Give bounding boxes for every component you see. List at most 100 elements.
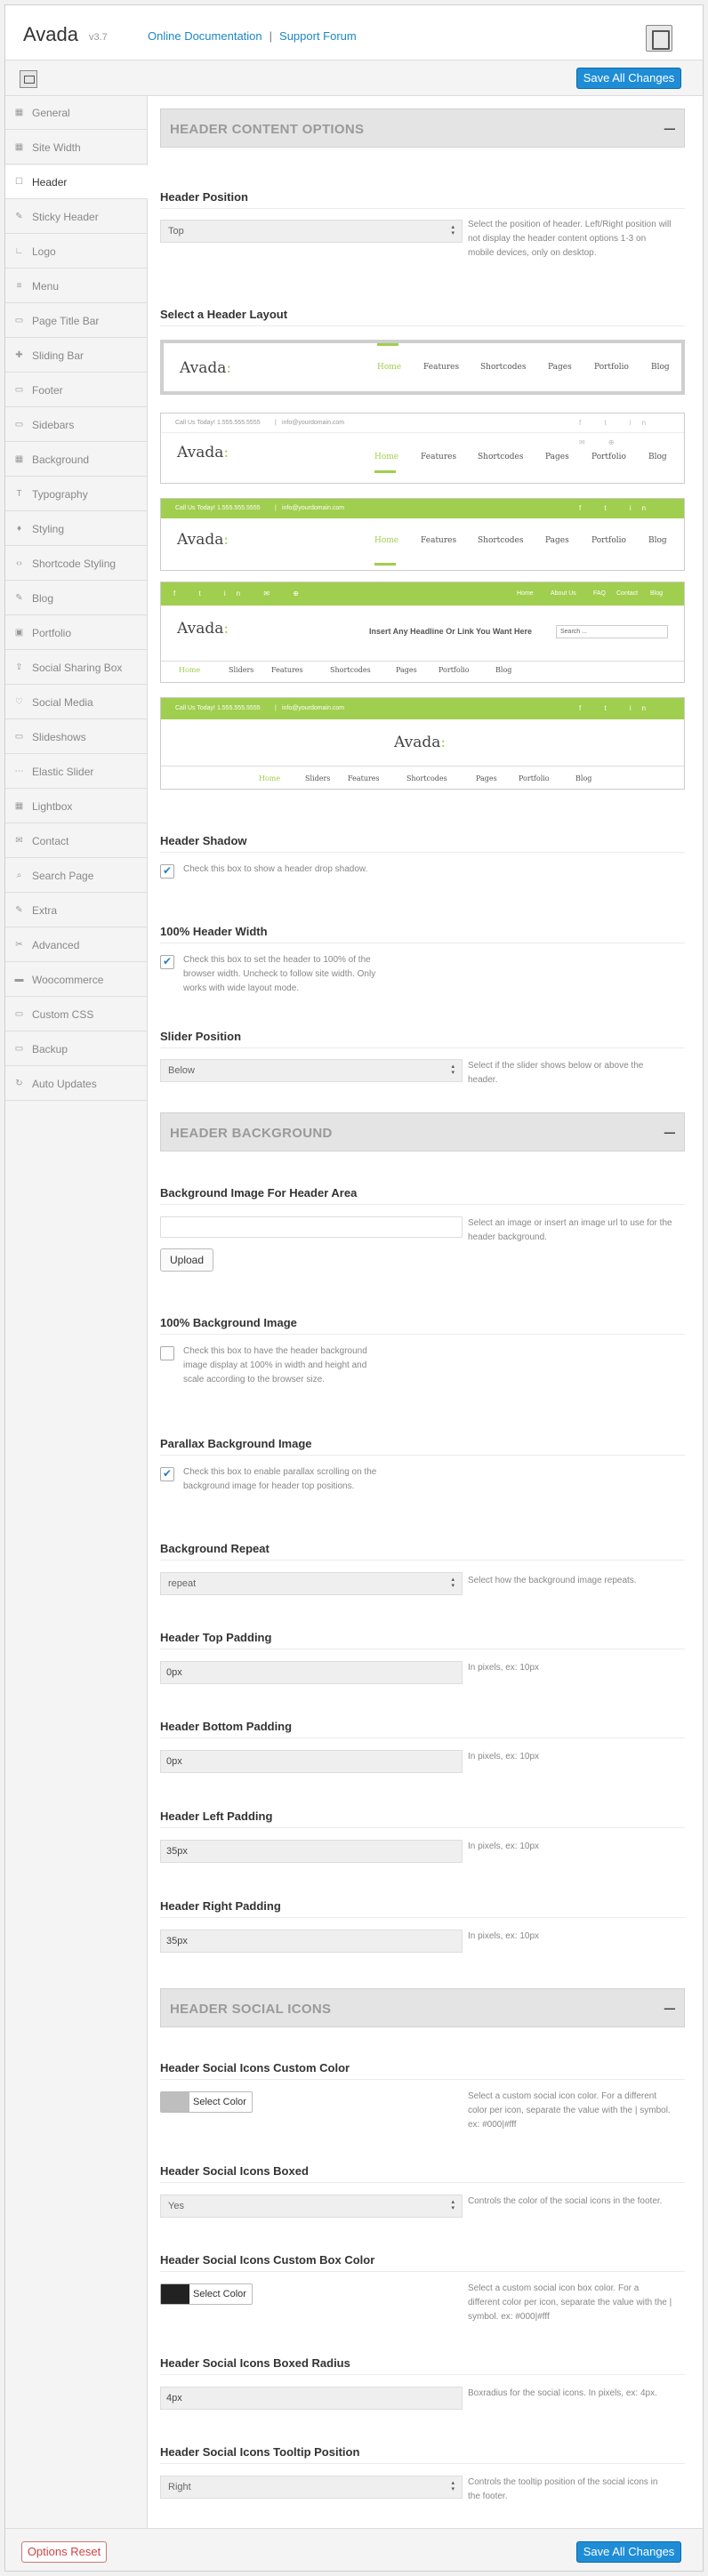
- expand-icon[interactable]: [20, 70, 37, 88]
- app-title: Avada: [23, 23, 78, 45]
- section-header-content[interactable]: HEADER CONTENT OPTIONS –: [160, 108, 685, 148]
- bg-image-desc: Select an image or insert an image url t…: [468, 1218, 672, 1242]
- sidebar-item-backup[interactable]: ▭ Backup: [5, 1032, 148, 1066]
- sidebar-item-label: Slideshows: [32, 731, 86, 743]
- parallax-checkbox[interactable]: [160, 1467, 174, 1481]
- sidebar-item-blog[interactable]: ✎ Blog: [5, 582, 148, 615]
- header-position-select[interactable]: Top: [160, 220, 463, 243]
- sidebar-item-menu[interactable]: ≡ Menu: [5, 269, 148, 303]
- book-icon: ✎: [15, 593, 23, 603]
- sidebar-item-slideshows[interactable]: ▭ Slideshows: [5, 720, 148, 754]
- sidebar-item-site-width[interactable]: ▦ Site Width: [5, 131, 148, 165]
- active-indicator: [377, 343, 398, 346]
- social-radius-label: Header Social Icons Boxed Radius: [160, 2356, 350, 2370]
- right-padding-input[interactable]: 35px: [160, 1930, 463, 1953]
- social-boxed-desc: Controls the color of the social icons i…: [468, 2196, 663, 2206]
- sidebar-item-advanced[interactable]: ✂ Advanced: [5, 928, 148, 962]
- collapse-icon[interactable]: –: [664, 1996, 675, 2019]
- sidebar-item-custom-css[interactable]: ▭ Custom CSS: [5, 998, 148, 1031]
- sidebar-item-typography[interactable]: T Typography: [5, 477, 148, 511]
- sidebar-item-sidebars[interactable]: ▭ Sidebars: [5, 408, 148, 442]
- header-shadow-checkbox[interactable]: [160, 864, 174, 879]
- online-documentation-link[interactable]: Online Documentation: [148, 29, 262, 43]
- sidebar-item-sliding-bar[interactable]: ✚ Sliding Bar: [5, 339, 148, 373]
- slider-position-desc: Select if the slider shows below or abov…: [468, 1061, 644, 1085]
- bg-image-input[interactable]: [160, 1216, 463, 1238]
- upload-button[interactable]: Upload: [160, 1248, 213, 1272]
- layout-menu: Home Features Shortcodes Pages Portfolio…: [374, 536, 667, 545]
- sidebar-item-label: Background: [32, 453, 90, 466]
- divider: [160, 1917, 685, 1918]
- collapse-icon[interactable]: –: [664, 1120, 675, 1144]
- backup-icon: ▭: [14, 1044, 24, 1054]
- header-layout-5[interactable]: Call Us Today! 1.555.555.5555 | info@you…: [160, 697, 685, 790]
- social-boxed-select[interactable]: Yes: [160, 2195, 463, 2218]
- sidebar-item-label: Shortcode Styling: [32, 558, 117, 570]
- bg-image-label: Background Image For Header Area: [160, 1186, 358, 1200]
- layout-top-strip: f t in ✉ ⊕ Home About Us FAQ Contact Blo…: [161, 582, 684, 606]
- bg-repeat-select[interactable]: repeat: [160, 1572, 463, 1595]
- save-all-button[interactable]: Save All Changes: [576, 68, 681, 89]
- options-panel: Avada v3.7 Online Documentation | Support …: [4, 4, 704, 2572]
- section-header-social[interactable]: HEADER SOCIAL ICONS –: [160, 1988, 685, 2027]
- header-layout-4[interactable]: f t in ✉ ⊕ Home About Us FAQ Contact Blo…: [160, 582, 685, 683]
- header-width-label: 100% Header Width: [160, 925, 268, 938]
- save-all-button-bottom[interactable]: Save All Changes: [576, 2541, 681, 2563]
- options-reset-button[interactable]: Options Reset: [21, 2541, 107, 2563]
- social-box-color-picker[interactable]: Select Color: [160, 2283, 253, 2305]
- sidebar-item-social-sharing-box[interactable]: ⇪ Social Sharing Box: [5, 651, 148, 685]
- header-layout-3[interactable]: Call Us Today! 1.555.555.5555 | info@you…: [160, 498, 685, 571]
- collapse-icon[interactable]: –: [664, 116, 675, 140]
- header-layout-1[interactable]: Avada: Home Features Shortcodes Pages Po…: [160, 340, 685, 395]
- left-padding-input[interactable]: 35px: [160, 1840, 463, 1863]
- divider: [160, 2271, 685, 2272]
- sidebar-item-lightbox[interactable]: ▦ Lightbox: [5, 790, 148, 823]
- bottom-padding-input[interactable]: 0px: [160, 1750, 463, 1773]
- divider: [160, 1334, 685, 1335]
- mail-icon: ✉: [15, 836, 23, 846]
- sidebar-item-logo[interactable]: ∟ Logo: [5, 235, 148, 269]
- pin-icon: ✎: [15, 212, 23, 221]
- sidebar-item-general[interactable]: ▦ General: [5, 96, 148, 130]
- sidebar-item-contact[interactable]: ✉ Contact: [5, 824, 148, 858]
- sidebar-item-styling[interactable]: ♦ Styling: [5, 512, 148, 546]
- sidebar-item-social-media[interactable]: ♡ Social Media: [5, 686, 148, 719]
- section-header-background[interactable]: HEADER BACKGROUND –: [160, 1112, 685, 1152]
- parallax-label: Parallax Background Image: [160, 1437, 312, 1450]
- sidebar: ▦ General ▦ Site Width ☐ Header ✎ Sticky Header…: [5, 96, 149, 2528]
- social-tooltip-select[interactable]: Right: [160, 2476, 463, 2499]
- sidebar-item-shortcode-styling[interactable]: ‹› Shortcode Styling: [5, 547, 148, 581]
- support-forum-link[interactable]: Support Forum: [279, 29, 357, 43]
- sidebar-item-page-title-bar[interactable]: ▭ Page Title Bar: [5, 304, 148, 338]
- section-title: HEADER BACKGROUND: [170, 1126, 333, 1141]
- sidebar-item-header[interactable]: ☐ Header: [5, 165, 149, 199]
- sidebar-item-auto-updates[interactable]: ↻ Auto Updates: [5, 1067, 148, 1101]
- layout-logo: Avada:: [394, 734, 447, 751]
- sidebar-item-portfolio[interactable]: ▣ Portfolio: [5, 616, 148, 650]
- left-padding-desc: In pixels, ex: 10px: [468, 1842, 540, 1851]
- sidebar-item-elastic-slider[interactable]: ⋯ Elastic Slider: [5, 755, 148, 789]
- layout-icon: ∟: [14, 246, 24, 256]
- sidebar-item-label: Styling: [32, 523, 65, 535]
- layout-logo: Avada:: [177, 620, 229, 638]
- sidebar-icon: ▭: [14, 420, 24, 429]
- section-title: HEADER CONTENT OPTIONS: [170, 122, 365, 137]
- top-padding-input[interactable]: 0px: [160, 1661, 463, 1684]
- sidebar-item-label: Header: [32, 176, 68, 189]
- social-color-picker[interactable]: Select Color: [160, 2091, 253, 2113]
- social-radius-input[interactable]: 4px: [160, 2387, 463, 2410]
- layout-top-strip: Call Us Today! 1.555.555.5555 | info@you…: [161, 499, 684, 532]
- bg-100-checkbox[interactable]: [160, 1346, 174, 1360]
- slider-position-select[interactable]: Below: [160, 1059, 463, 1082]
- layout-top-strip: Call Us Today! 1.555.555.5555 | info@you…: [161, 413, 684, 446]
- sidebar-item-footer[interactable]: ▭ Footer: [5, 373, 148, 407]
- sidebar-item-background[interactable]: ▦ Background: [5, 443, 148, 477]
- link-separator: |: [269, 29, 273, 43]
- sidebar-item-woocommerce[interactable]: ▬ Woocommerce: [5, 963, 148, 997]
- sidebar-item-search-page[interactable]: ⌕ Search Page: [5, 859, 148, 893]
- header-width-checkbox[interactable]: [160, 955, 174, 969]
- grid-icon: ▦: [14, 142, 24, 152]
- sidebar-item-sticky-header[interactable]: ✎ Sticky Header: [5, 200, 148, 234]
- header-layout-2[interactable]: Call Us Today! 1.555.555.5555 | info@you…: [160, 413, 685, 484]
- sidebar-item-extra[interactable]: ✎ Extra: [5, 894, 148, 927]
